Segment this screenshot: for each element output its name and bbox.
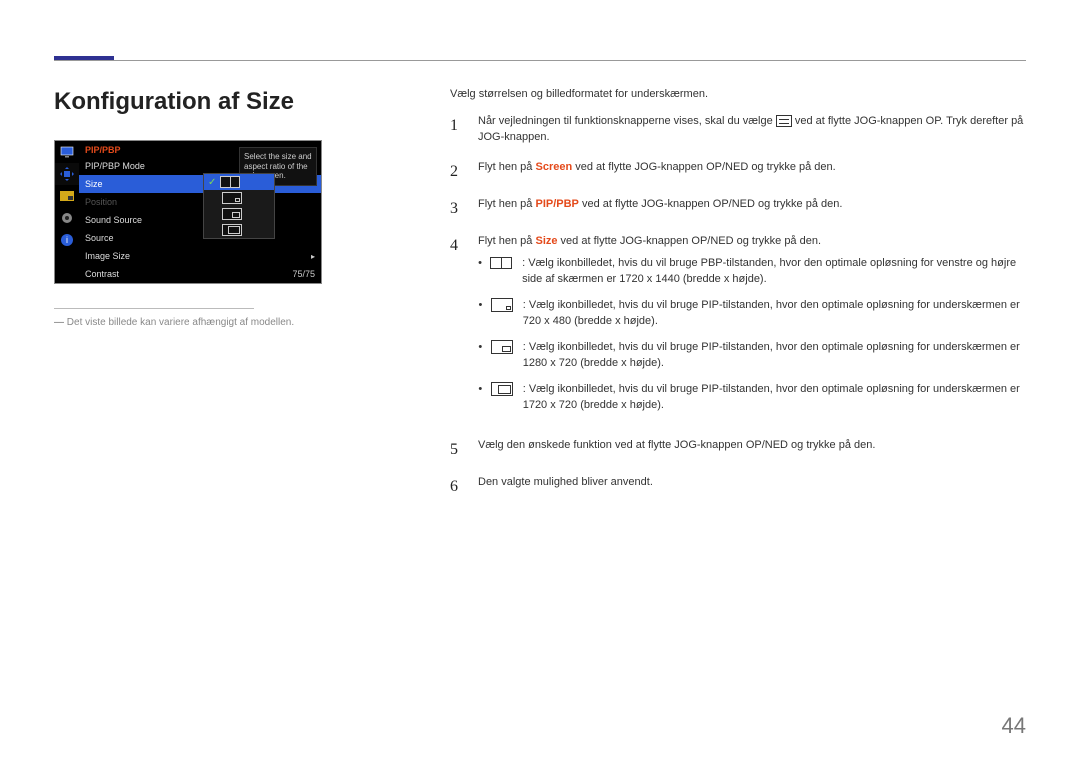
left-column: Konfiguration af Size i — [54, 88, 410, 512]
accent-word: Size — [535, 235, 557, 247]
accent-word: PIP/PBP — [535, 198, 578, 210]
right-column: Vælg størrelsen og billedformatet for un… — [450, 88, 1026, 512]
osd-row-contrast: Contrast 75/75 — [79, 265, 321, 283]
pip-medium-icon — [222, 208, 242, 220]
osd-size-popup: ✓ — [203, 173, 275, 239]
step-2: 2 Flyt hen på Screen ved at flytte JOG-k… — [450, 160, 1026, 183]
steps-list: 1 Når vejledningen til funktionsknappern… — [450, 114, 1026, 498]
step-text: Når vejledningen til funktionsknapperne … — [478, 115, 776, 127]
step-body: Flyt hen på Screen ved at flytte JOG-kna… — [478, 160, 1026, 183]
bullet-text: : Vælg ikonbilledet, hvis du vil bruge P… — [523, 299, 1020, 327]
chevron-right-icon: ▸ — [311, 252, 315, 261]
pip-large-icon — [491, 382, 513, 396]
header-rule — [54, 60, 1026, 61]
osd-label: Image Size — [85, 251, 130, 261]
bullet-text: : Vælg ikonbilledet, hvis du vil bruge P… — [523, 341, 1020, 369]
step-number: 6 — [450, 475, 462, 498]
step-6: 6 Den valgte mulighed bliver anvendt. — [450, 475, 1026, 498]
step-4: 4 Flyt hen på Size ved at flytte JOG-kna… — [450, 234, 1026, 423]
step-5: 5 Vælg den ønskede funktion ved at flytt… — [450, 438, 1026, 461]
pbp-icon — [220, 176, 240, 188]
page-body: Konfiguration af Size i — [54, 88, 1026, 512]
footnote-text: Det viste billede kan variere afhængigt … — [67, 317, 294, 328]
size-option-pip-medium — [204, 206, 274, 222]
intro-text: Vælg størrelsen og billedformatet for un… — [450, 88, 1026, 100]
pip-nav-icon — [55, 185, 79, 207]
osd-sidebar: i — [55, 141, 79, 283]
step-3: 3 Flyt hen på PIP/PBP ved at flytte JOG-… — [450, 197, 1026, 220]
footnote-rule — [54, 308, 254, 309]
osd-label: Size — [85, 179, 103, 189]
pbp-icon — [490, 257, 512, 269]
pip-small-icon — [222, 192, 242, 204]
osd-label: Source — [85, 233, 114, 243]
check-icon: ✓ — [208, 177, 216, 188]
svg-text:i: i — [66, 235, 68, 245]
bullet-text: : Vælg ikonbilledet, hvis du vil bruge P… — [523, 383, 1020, 411]
size-option-pip-small — [204, 190, 274, 206]
osd-label: PIP/PBP Mode — [85, 161, 145, 171]
step-text: ved at flytte JOG-knappen OP/NED og tryk… — [572, 161, 836, 173]
step-number: 4 — [450, 234, 462, 423]
osd-label: Position — [85, 197, 117, 207]
step-1: 1 Når vejledningen til funktionsknappern… — [450, 114, 1026, 146]
osd-label: Sound Source — [85, 215, 142, 225]
size-options-list: •: Vælg ikonbilledet, hvis du vil bruge … — [478, 256, 1026, 414]
step-text: ved at flytte JOG-knappen OP/NED og tryk… — [579, 198, 843, 210]
footnote: ― Det viste billede kan variere afhængig… — [54, 317, 410, 328]
monitor-icon — [55, 141, 79, 163]
bullet-text: : Vælg ikonbilledet, hvis du vil bruge P… — [522, 257, 1016, 285]
step-body: Vælg den ønskede funktion ved at flytte … — [478, 438, 1026, 461]
settings-gear-icon — [55, 207, 79, 229]
accent-word: Screen — [535, 161, 572, 173]
step-number: 3 — [450, 197, 462, 220]
step-number: 2 — [450, 160, 462, 183]
osd-row-position: Position — [79, 193, 321, 211]
page-title: Konfiguration af Size — [54, 88, 410, 116]
pip-small-icon — [491, 298, 513, 312]
step-number: 5 — [450, 438, 462, 461]
osd-label: Contrast — [85, 269, 119, 279]
screen-nav-icon — [55, 163, 79, 185]
size-option-pbp: ✓ — [204, 174, 274, 190]
step-text: Flyt hen på — [478, 161, 535, 173]
bullet-pbp: •: Vælg ikonbilledet, hvis du vil bruge … — [478, 256, 1026, 288]
osd-row-image: Image Size ▸ — [79, 247, 321, 265]
osd-row-sound: Sound Source — [79, 211, 321, 229]
bullet-pip-medium: •: Vælg ikonbilledet, hvis du vil bruge … — [478, 340, 1026, 372]
osd-value: 75/75 — [292, 269, 315, 279]
step-body: Flyt hen på PIP/PBP ved at flytte JOG-kn… — [478, 197, 1026, 220]
step-body: Når vejledningen til funktionsknapperne … — [478, 114, 1026, 146]
menu-icon — [776, 115, 792, 127]
pip-medium-icon — [491, 340, 513, 354]
step-number: 1 — [450, 114, 462, 146]
osd-screenshot: i PIP/PBP PIP/PBP Mode Size Position Sou… — [54, 140, 322, 284]
step-body: Flyt hen på Size ved at flytte JOG-knapp… — [478, 234, 1026, 423]
step-body: Den valgte mulighed bliver anvendt. — [478, 475, 1026, 498]
step-text: Flyt hen på — [478, 235, 535, 247]
osd-row-source: Source — [79, 229, 321, 247]
bullet-pip-small: •: Vælg ikonbilledet, hvis du vil bruge … — [478, 298, 1026, 330]
pip-large-icon — [222, 224, 242, 236]
bullet-pip-large: •: Vælg ikonbilledet, hvis du vil bruge … — [478, 382, 1026, 414]
info-icon: i — [55, 229, 79, 251]
page-number: 44 — [1002, 713, 1026, 739]
step-text: ved at flytte JOG-knappen OP/NED og tryk… — [558, 235, 822, 247]
size-option-pip-large — [204, 222, 274, 238]
step-text: Flyt hen på — [478, 198, 535, 210]
